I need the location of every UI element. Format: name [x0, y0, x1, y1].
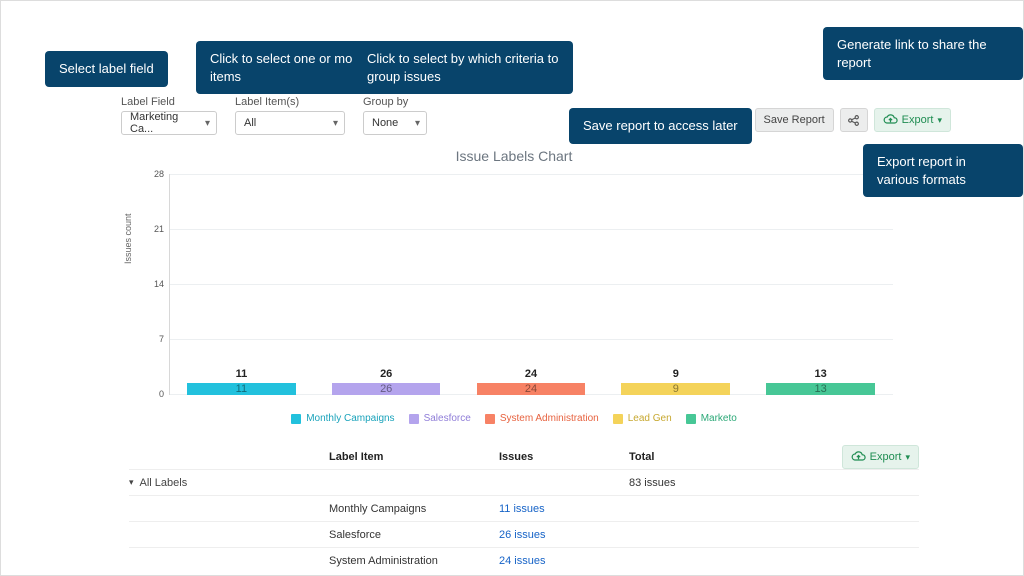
report-toolbar: Save Report Export ▾	[755, 108, 951, 132]
label-items-select[interactable]: All	[235, 111, 345, 135]
callout-group-by: Click to select by which criteria to gro…	[353, 41, 573, 94]
bar-value-inner: 13	[814, 383, 826, 395]
callout-select-label-field: Select label field	[45, 51, 168, 87]
table-group-row: ▾ All Labels 83 issues	[129, 469, 919, 495]
issues-link[interactable]: 11 issues	[499, 503, 545, 515]
legend-label: Marketo	[701, 413, 737, 424]
callout-save-report: Save report to access later	[569, 108, 752, 144]
export-button[interactable]: Export ▾	[874, 108, 951, 132]
share-button[interactable]	[840, 108, 868, 132]
table-export-label: Export	[870, 451, 902, 463]
issues-link[interactable]: 24 issues	[499, 555, 545, 567]
cell-label-item: Salesforce	[329, 529, 499, 541]
export-button-label: Export	[902, 114, 934, 126]
chevron-down-icon: ▾	[129, 477, 134, 488]
callout-share-link: Generate link to share the report	[823, 27, 1023, 80]
issue-labels-chart: Issue Labels Chart Issues count 07142128…	[129, 148, 899, 428]
bar-marketo[interactable]: 1313	[766, 368, 875, 395]
legend-item[interactable]: Salesforce	[409, 413, 471, 424]
bar-value-label: 26	[380, 368, 392, 380]
table-export-button[interactable]: Export ▾	[842, 445, 919, 469]
legend-swatch	[485, 414, 495, 424]
legend-label: System Administration	[500, 413, 599, 424]
table-row: Salesforce26 issues	[129, 521, 919, 547]
label-field-group: Label Field Marketing Ca...	[121, 96, 217, 135]
group-by-select[interactable]: None	[363, 111, 427, 135]
bar-value-label: 9	[673, 368, 679, 380]
label-field-label: Label Field	[121, 96, 217, 108]
cell-label-item: System Administration	[329, 555, 499, 567]
col-header-label-item: Label Item	[329, 451, 499, 463]
bar-monthly-campaigns[interactable]: 1111	[187, 368, 296, 395]
bar-value-label: 24	[525, 368, 537, 380]
chart-bars: 111126262424991313	[169, 174, 893, 395]
cloud-export-icon	[851, 451, 866, 463]
col-header-issues: Issues	[499, 451, 629, 463]
legend-label: Monthly Campaigns	[306, 413, 394, 424]
legend-item[interactable]: System Administration	[485, 413, 599, 424]
chart-legend: Monthly Campaigns Salesforce System Admini…	[129, 413, 899, 424]
legend-item[interactable]: Monthly Campaigns	[291, 413, 394, 424]
legend-swatch	[686, 414, 696, 424]
y-tick: 7	[142, 334, 164, 344]
label-items-group: Label Item(s) All	[235, 96, 345, 135]
cell-label-item: Monthly Campaigns	[329, 503, 499, 515]
y-axis-label: Issues count	[123, 213, 133, 264]
callout-export-formats: Export report in various formats	[863, 144, 1023, 197]
issues-link[interactable]: 26 issues	[499, 529, 545, 541]
chevron-down-icon: ▾	[937, 115, 942, 126]
bar-lead-gen[interactable]: 99	[621, 368, 730, 395]
legend-swatch	[409, 414, 419, 424]
bar-value-label: 13	[814, 368, 826, 380]
label-field-select[interactable]: Marketing Ca...	[121, 111, 217, 135]
group-by-group: Group by None	[363, 96, 427, 135]
y-tick: 28	[142, 169, 164, 179]
bar-salesforce[interactable]: 2626	[332, 368, 441, 395]
bar-value-inner: 26	[380, 383, 392, 395]
expand-toggle[interactable]: ▾ All Labels	[129, 477, 329, 489]
bar-value-inner: 11	[236, 383, 247, 395]
cloud-export-icon	[883, 114, 898, 126]
table-row: System Administration24 issues	[129, 547, 919, 573]
bar-value-label: 11	[236, 368, 248, 380]
bar-rect: 11	[187, 383, 296, 395]
share-icon	[847, 114, 860, 127]
y-tick: 14	[142, 279, 164, 289]
group-row-total: 83 issues	[629, 477, 919, 489]
bar-value-inner: 24	[525, 383, 537, 395]
y-tick: 0	[142, 389, 164, 399]
table-row: Monthly Campaigns11 issues	[129, 495, 919, 521]
group-by-label: Group by	[363, 96, 427, 108]
table-header-row: Label Item Issues Total	[129, 449, 919, 469]
issues-table: Export ▾ Label Item Issues Total ▾ All L…	[129, 449, 919, 573]
bar-value-inner: 9	[673, 383, 679, 395]
bar-rect: 13	[766, 383, 875, 395]
y-tick: 21	[142, 224, 164, 234]
legend-label: Lead Gen	[628, 413, 672, 424]
bar-rect: 9	[621, 383, 730, 395]
chart-title: Issue Labels Chart	[129, 148, 899, 164]
legend-swatch	[291, 414, 301, 424]
group-row-label: All Labels	[140, 477, 188, 489]
bar-system-administration[interactable]: 2424	[477, 368, 586, 395]
report-controls: Label Field Marketing Ca... Label Item(s…	[121, 96, 427, 135]
save-report-button[interactable]: Save Report	[755, 108, 834, 132]
legend-label: Salesforce	[424, 413, 471, 424]
chevron-down-icon: ▾	[905, 452, 910, 463]
legend-item[interactable]: Marketo	[686, 413, 737, 424]
chart-plot: Issues count 07142128 111126262424991313	[129, 170, 899, 405]
bar-rect: 24	[477, 383, 586, 395]
legend-swatch	[613, 414, 623, 424]
label-items-label: Label Item(s)	[235, 96, 345, 108]
legend-item[interactable]: Lead Gen	[613, 413, 672, 424]
bar-rect: 26	[332, 383, 441, 395]
